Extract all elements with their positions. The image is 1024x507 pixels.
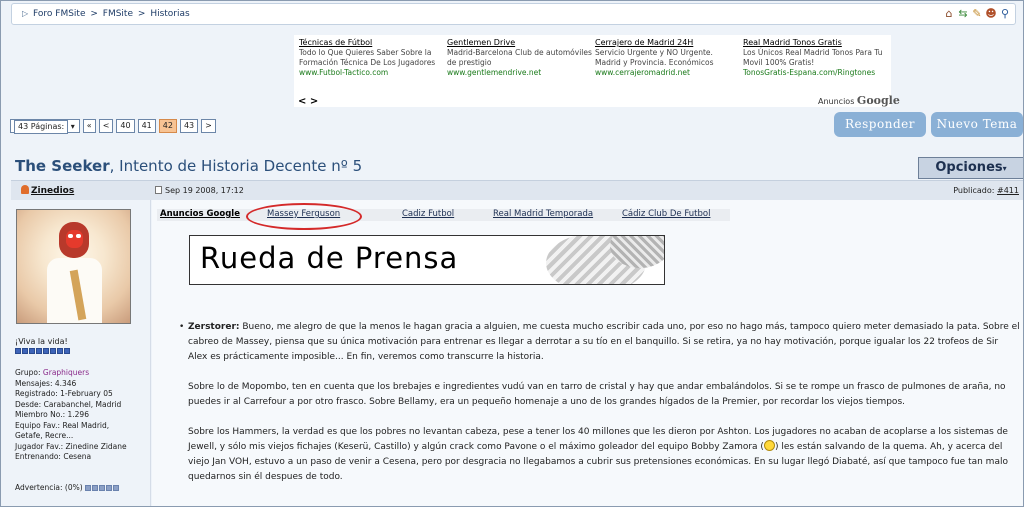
- post-author[interactable]: Zinedios: [21, 185, 74, 196]
- ad-description: Los Únicos Real Madrid Tonos Para Tu Mov…: [743, 48, 883, 67]
- banner-title: Rueda de Prensa: [200, 241, 459, 275]
- post-content: Anuncios Google Massey Ferguson Cadiz Fu…: [152, 200, 1023, 506]
- stat-registered: Registrado: 1-February 05: [15, 389, 113, 398]
- edit-icon[interactable]: ✎: [971, 7, 983, 21]
- breadcrumb-separator: >: [90, 9, 98, 19]
- stat-fav-team: Equipo Fav.: Real Madrid, Getafe, Recre.…: [15, 420, 110, 441]
- ad-item[interactable]: Gentlemen Drive Madrid-Barcelona Club de…: [447, 38, 592, 78]
- warning-pips: [84, 485, 119, 491]
- rank-pips: [15, 348, 70, 354]
- home-icon[interactable]: ⌂: [943, 7, 955, 21]
- avatar[interactable]: [16, 209, 131, 324]
- prev-page-button[interactable]: <: [98, 119, 114, 133]
- red-highlight-circle: [246, 203, 362, 230]
- ads-by-google-label[interactable]: Anuncios Google: [818, 94, 900, 107]
- stat-group: Grupo: Graphiquers: [15, 368, 90, 377]
- page-link[interactable]: 43: [179, 119, 199, 133]
- smiley-icon: [763, 440, 775, 451]
- stat-fav-player: Jugador Fav.: Zinedine Zidane: [15, 441, 127, 451]
- arrows-icon[interactable]: ⇆: [957, 7, 969, 21]
- user-stats: Grupo: Graphiquers Mensajes: 4.346 Regis…: [15, 368, 135, 463]
- group-name: Graphiquers: [42, 368, 90, 377]
- post-body: • Zerstorer: Bueno, me alegro de que la …: [179, 320, 1020, 500]
- ad-title[interactable]: Gentlemen Drive: [447, 38, 592, 47]
- current-page: 42: [158, 119, 177, 133]
- search-icon[interactable]: ⚲: [999, 7, 1011, 21]
- breadcrumb-bar: ▷ Foro FMSite > FMSite > Historias ⌂ ⇆ ✎…: [11, 3, 1016, 25]
- ad-url[interactable]: www.Futbol-Tactico.com: [299, 68, 444, 78]
- first-page-button[interactable]: «: [82, 119, 96, 133]
- ad-title[interactable]: Cerrajero de Madrid 24H: [595, 38, 740, 47]
- breadcrumb-historias-link[interactable]: Historias: [150, 9, 189, 19]
- breadcrumb: ▷ Foro FMSite > FMSite > Historias: [22, 9, 190, 19]
- pagination: 43 Páginas: ▾ « < 40 41 42 43 >: [10, 119, 216, 134]
- chevron-down-icon: ▾: [1002, 164, 1007, 173]
- published-info: Publicado: #411: [953, 186, 1019, 195]
- post-header: Zinedios Sep 19 2008, 17:12 Publicado: #…: [11, 180, 1023, 200]
- paragraph: Sobre los Hammers, la verdad es que los …: [188, 427, 1008, 482]
- ad-description: Madrid-Barcelona Club de automóviles de …: [447, 48, 592, 67]
- ad-item[interactable]: Real Madrid Tonos Gratis Los Únicos Real…: [743, 38, 888, 78]
- new-topic-button[interactable]: Nuevo Tema: [931, 112, 1023, 137]
- ad-link-cadiz-club[interactable]: Cádiz Club De Futbol: [622, 209, 710, 219]
- user-icon: [21, 185, 29, 194]
- thread-title-rest: , Intento de Historia Decente nº 5: [109, 157, 363, 175]
- ad-description: Todo lo Que Quieres Saber Sobre la Forma…: [299, 48, 436, 67]
- stat-location: Desde: Carabanchel, Madrid: [15, 399, 122, 409]
- ad-box: Técnicas de Fútbol Todo lo Que Quieres S…: [294, 35, 891, 107]
- speaker-name: Zerstorer:: [188, 322, 240, 332]
- paragraph: Sobre lo de Mopombo, ten en cuenta que l…: [188, 382, 1006, 407]
- google-ad-links: Anuncios Google Massey Ferguson Cadiz Fu…: [157, 209, 730, 221]
- ad-nav-arrows[interactable]: < >: [298, 96, 318, 107]
- author-profile: ¡Viva la vida! Grupo: Graphiquers Mensaj…: [11, 200, 151, 506]
- forum-page: ▷ Foro FMSite > FMSite > Historias ⌂ ⇆ ✎…: [0, 0, 1024, 507]
- ad-url[interactable]: www.gentlemendrive.net: [447, 68, 592, 78]
- post-date: Sep 19 2008, 17:12: [155, 186, 244, 195]
- ad-link-cadiz-futbol[interactable]: Cadiz Futbol: [402, 209, 454, 219]
- next-page-button[interactable]: >: [201, 119, 216, 133]
- post-number-link[interactable]: #411: [997, 186, 1019, 195]
- stat-member-no: Miembro No.: 1.296: [15, 410, 89, 419]
- page-link[interactable]: 41: [137, 119, 156, 133]
- ad-url[interactable]: www.cerrajeromadrid.net: [595, 68, 740, 78]
- options-button[interactable]: Opciones▾: [918, 157, 1023, 179]
- ad-item[interactable]: Técnicas de Fútbol Todo lo Que Quieres S…: [299, 38, 444, 78]
- ad-url[interactable]: TonosGratis-Espana.com/Ringtones: [743, 68, 888, 78]
- user-motto: ¡Viva la vida!: [15, 337, 68, 346]
- breadcrumb-fmsite-link[interactable]: FMSite: [103, 9, 133, 19]
- breadcrumb-separator: >: [137, 9, 146, 19]
- users-icon[interactable]: ☻: [985, 7, 997, 21]
- ad-description: Servicio Urgente y NO Urgente. Madrid y …: [595, 48, 714, 67]
- breadcrumb-arrow-icon: ▷: [22, 9, 29, 18]
- stat-posts: Mensajes: 4.346: [15, 378, 77, 388]
- page-count-dropdown[interactable]: 43 Páginas: ▾: [10, 119, 80, 134]
- rueda-de-prensa-banner: Rueda de Prensa: [189, 235, 665, 285]
- page-link[interactable]: 40: [116, 119, 135, 133]
- warning-level: Advertencia: (0%): [15, 483, 119, 492]
- top-icons: ⌂ ⇆ ✎ ☻ ⚲: [943, 7, 1011, 21]
- stat-training: Entrenando: Cesena: [15, 452, 92, 461]
- reply-button[interactable]: Responder: [834, 112, 926, 137]
- thread-title-bold: The Seeker: [15, 157, 110, 175]
- ad-title[interactable]: Real Madrid Tonos Gratis: [743, 38, 888, 47]
- ad-title[interactable]: Técnicas de Fútbol: [299, 38, 444, 47]
- ad-links-label[interactable]: Anuncios Google: [160, 209, 240, 219]
- ad-link-real-madrid-temporada[interactable]: Real Madrid Temporada: [493, 209, 593, 219]
- document-icon: [155, 186, 162, 194]
- thread-title: The Seeker, Intento de Historia Decente …: [15, 157, 362, 175]
- ad-item[interactable]: Cerrajero de Madrid 24H Servicio Urgente…: [595, 38, 740, 78]
- bullet: •: [179, 322, 185, 332]
- breadcrumb-forum-link[interactable]: Foro FMSite: [33, 9, 85, 19]
- paragraph: Zerstorer: Bueno, me alegro de que la me…: [188, 322, 1020, 362]
